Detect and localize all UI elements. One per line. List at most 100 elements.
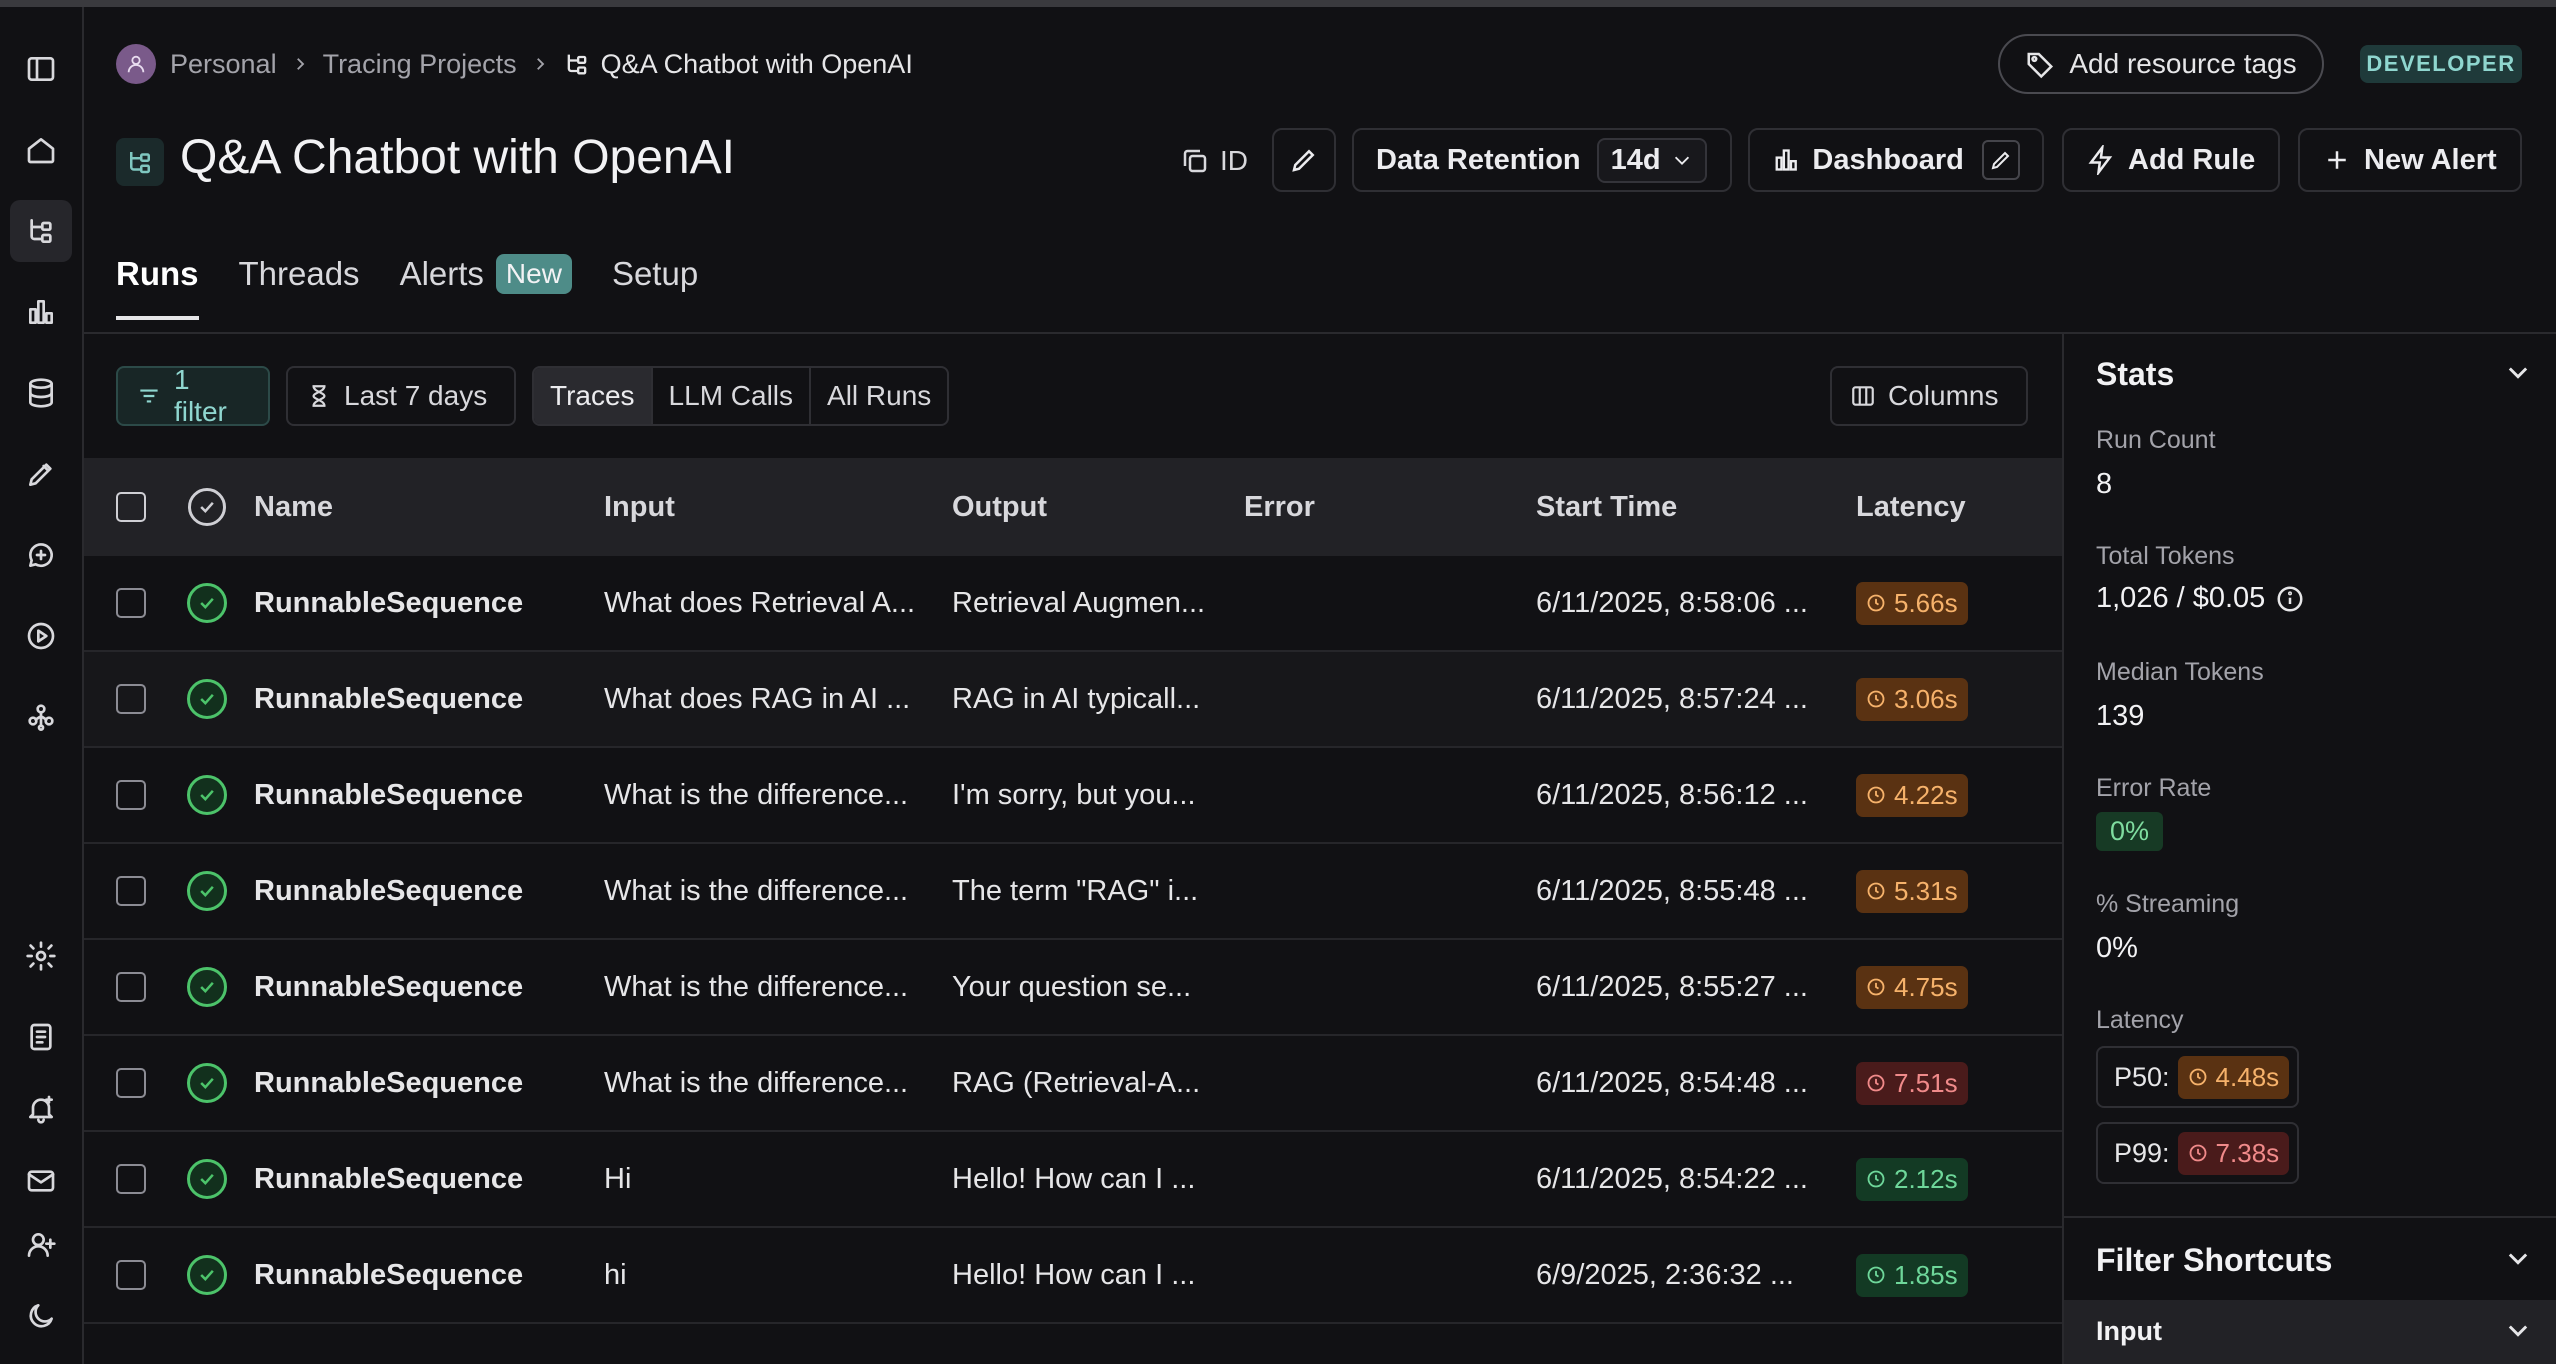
table-row[interactable]: RunnableSequence Hi Hello! How can I ...… [84, 1132, 2062, 1228]
row-checkbox[interactable] [116, 1164, 146, 1194]
run-input: What is the difference... [604, 970, 909, 1003]
p99-value: 7.38s [2215, 1137, 2280, 1168]
row-checkbox[interactable] [116, 876, 146, 906]
p50-value: 4.48s [2215, 1061, 2280, 1092]
data-retention-select[interactable]: 14d [1596, 137, 1707, 183]
latency-value: 5.31s [1894, 875, 1958, 906]
dashboard-button[interactable]: Dashboard [1748, 128, 2044, 192]
run-count-value: 8 [2096, 468, 2113, 500]
annotation-pen-icon[interactable] [10, 443, 72, 505]
invite-user-icon[interactable] [10, 1214, 72, 1276]
run-name: RunnableSequence [254, 778, 524, 811]
settings-gear-icon[interactable] [10, 925, 72, 987]
column-header-latency[interactable]: Latency [1856, 491, 2056, 524]
filter-shortcut-input-row[interactable]: Input [2064, 1300, 2556, 1364]
deployments-icon[interactable] [10, 686, 72, 748]
column-header-input[interactable]: Input [604, 491, 952, 524]
tag-icon [2027, 52, 2054, 79]
pencil-icon [1991, 151, 2010, 170]
stats-title: Stats [2096, 356, 2175, 392]
add-rule-button[interactable]: Add Rule [2062, 128, 2280, 192]
docs-icon[interactable] [10, 1006, 72, 1068]
tab-runs[interactable]: Runs [116, 254, 199, 320]
run-output: Retrieval Augmen... [952, 586, 1206, 619]
sidebar-toggle-icon[interactable] [10, 38, 72, 100]
info-icon[interactable] [2275, 584, 2305, 614]
playground-icon[interactable] [10, 605, 72, 667]
select-all-checkbox[interactable] [116, 492, 146, 522]
row-checkbox[interactable] [116, 972, 146, 1002]
view-traces[interactable]: Traces [534, 368, 653, 424]
edit-dashboard-button[interactable] [1981, 140, 2020, 180]
notifications-bell-icon[interactable] [10, 1078, 72, 1140]
filter-button[interactable]: 1 filter [116, 364, 270, 427]
tracing-projects-icon[interactable] [10, 200, 72, 262]
row-checkbox[interactable] [116, 1068, 146, 1098]
p50-label: P50: [2114, 1061, 2170, 1092]
avatar[interactable] [116, 44, 156, 84]
latency-value: 4.22s [1894, 779, 1958, 810]
columns-button[interactable]: Columns [1830, 366, 2028, 426]
chevron-right-icon [291, 49, 309, 80]
row-checkbox[interactable] [116, 588, 146, 618]
data-retention-value: 14d [1610, 143, 1661, 176]
view-all-runs[interactable]: All Runs [811, 368, 947, 424]
prompts-icon[interactable] [10, 524, 72, 586]
tab-setup[interactable]: Setup [612, 254, 698, 320]
table-row[interactable]: RunnableSequence What is the difference.… [84, 844, 2062, 940]
table-row[interactable]: RunnableSequence hi Hello! How can I ...… [84, 1228, 2062, 1324]
tab-threads[interactable]: Threads [239, 254, 360, 320]
home-icon[interactable] [10, 119, 72, 181]
row-checkbox-cell [84, 1164, 160, 1194]
row-checkbox-cell [84, 972, 160, 1002]
success-check-icon [187, 583, 227, 623]
column-header-name[interactable]: Name [254, 491, 604, 524]
dashboards-icon[interactable] [10, 281, 72, 343]
column-header-output[interactable]: Output [952, 491, 1244, 524]
tab-alerts[interactable]: Alerts New [400, 254, 572, 320]
stats-panel: Stats Run Count 8 Total Tokens 1,026 / $… [2062, 334, 2556, 1364]
column-header-error[interactable]: Error [1244, 491, 1536, 524]
datasets-icon[interactable] [10, 362, 72, 424]
collapse-stats-button[interactable] [2504, 358, 2534, 388]
table-row[interactable]: RunnableSequence What is the difference.… [84, 748, 2062, 844]
filter-label: 1 filter [173, 364, 227, 427]
time-range-label: Last 7 days [344, 380, 488, 411]
dark-mode-moon-icon[interactable] [10, 1285, 72, 1347]
view-llm-calls[interactable]: LLM Calls [653, 368, 812, 424]
copy-id-button[interactable]: ID [1180, 135, 1248, 187]
breadcrumb-workspace[interactable]: Personal [170, 49, 277, 80]
add-resource-tags-button[interactable]: Add resource tags [1998, 34, 2324, 94]
dashboard-label: Dashboard [1812, 143, 1964, 176]
breadcrumb: Personal Tracing Projects Q&A Chatbot wi… [116, 42, 913, 86]
time-range-button[interactable]: Last 7 days [286, 366, 516, 426]
run-start-time: 6/9/2025, 2:36:32 ... [1536, 1258, 1794, 1291]
row-checkbox[interactable] [116, 1260, 146, 1290]
table-row[interactable]: RunnableSequence What does Retrieval A..… [84, 556, 2062, 652]
latency-label: Latency [2096, 1006, 2184, 1034]
run-start-time: 6/11/2025, 8:58:06 ... [1536, 586, 1808, 619]
breadcrumb-current-label: Q&A Chatbot with OpenAI [600, 48, 913, 79]
expand-input-shortcut-button[interactable] [2504, 1316, 2534, 1346]
collapse-filter-shortcuts-button[interactable] [2504, 1244, 2534, 1274]
row-checkbox[interactable] [116, 780, 146, 810]
row-checkbox[interactable] [116, 684, 146, 714]
table-row[interactable]: RunnableSequence What does RAG in AI ...… [84, 652, 2062, 748]
table-row[interactable]: RunnableSequence What is the difference.… [84, 940, 2062, 1036]
clock-icon [1867, 978, 1885, 996]
row-status-cell [160, 1255, 254, 1295]
run-count-label: Run Count [2096, 426, 2216, 454]
breadcrumb-section[interactable]: Tracing Projects [323, 49, 517, 80]
run-type-segmented-control: Traces LLM Calls All Runs [532, 366, 950, 426]
new-alert-button[interactable]: New Alert [2298, 128, 2522, 192]
mail-icon[interactable] [10, 1150, 72, 1212]
latency-badge: 4.48s [2177, 1055, 2290, 1099]
table-row[interactable]: RunnableSequence What is the difference.… [84, 1036, 2062, 1132]
column-header-start-time[interactable]: Start Time [1536, 491, 1856, 524]
success-check-icon [187, 967, 227, 1007]
project-icon [116, 138, 164, 186]
latency-badge: 2.12s [1856, 1157, 1968, 1201]
run-name: RunnableSequence [254, 1066, 524, 1099]
edit-project-button[interactable] [1272, 128, 1336, 192]
row-status-cell [160, 679, 254, 719]
